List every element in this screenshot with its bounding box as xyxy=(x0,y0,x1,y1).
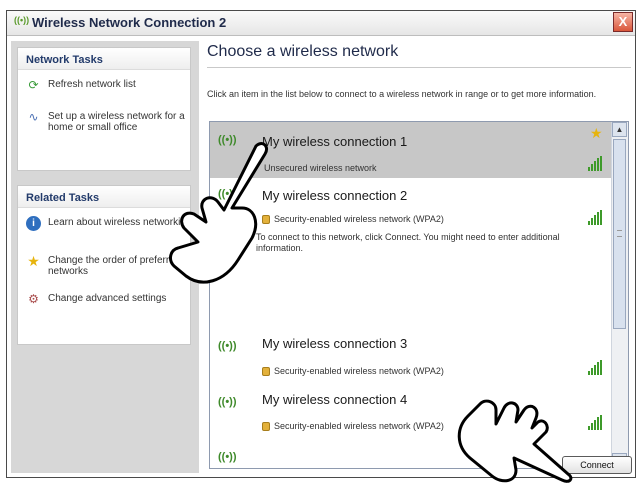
info-icon: i xyxy=(26,216,41,231)
setup-icon: ∿ xyxy=(28,110,39,124)
network-tasks-panel: Network Tasks ⟳ Refresh network list ∿ S… xyxy=(17,47,191,171)
wireless-antenna-icon: ((•)) xyxy=(218,451,237,463)
signal-strength-icon xyxy=(588,210,605,225)
pointing-hand-icon xyxy=(457,399,573,483)
task-label: Set up a wireless network for a home or … xyxy=(48,111,185,133)
refresh-network-list-link[interactable]: ⟳ Refresh network list xyxy=(26,78,192,92)
signal-strength-icon xyxy=(588,360,605,375)
settings-icon: ⚙ xyxy=(28,292,39,306)
change-advanced-settings-link[interactable]: ⚙ Change advanced settings xyxy=(26,292,192,318)
network-status: Security-enabled wireless network (WPA2) xyxy=(274,421,444,431)
signal-strength-icon xyxy=(588,156,605,171)
network-status: Security-enabled wireless network (WPA2) xyxy=(274,214,444,224)
wireless-icon: ((•)) xyxy=(14,15,30,25)
network-name: My wireless connection 4 xyxy=(262,392,408,407)
task-label: Refresh network list xyxy=(48,79,136,90)
network-description: To connect to this network, click Connec… xyxy=(256,232,560,253)
divider xyxy=(207,67,631,68)
network-name: My wireless connection 1 xyxy=(262,134,408,149)
wireless-antenna-icon: ((•)) xyxy=(218,340,237,352)
task-label: Change advanced settings xyxy=(48,293,167,304)
set-up-wireless-network-link[interactable]: ∿ Set up a wireless network for a home o… xyxy=(26,110,192,136)
related-tasks-panel: Related Tasks i Learn about wireless net… xyxy=(17,185,191,345)
close-button[interactable]: X xyxy=(613,12,633,32)
related-tasks-header: Related Tasks xyxy=(18,186,190,208)
network-item-2[interactable]: ((•)) My wireless connection 2 Security-… xyxy=(210,180,612,290)
network-status: Security-enabled wireless network (WPA2) xyxy=(274,366,444,376)
network-name: My wireless connection 3 xyxy=(262,336,408,351)
network-item-1[interactable]: ((•)) My wireless connection 1 Unsecured… xyxy=(210,122,612,178)
title-bar: ((•)) Wireless Network Connection 2 X xyxy=(7,11,635,36)
lock-icon xyxy=(262,422,270,431)
instructions-text: Click an item in the list below to conne… xyxy=(207,89,597,99)
thumb-grip-icon xyxy=(617,230,622,237)
scroll-thumb[interactable] xyxy=(613,139,626,329)
wireless-antenna-icon: ((•)) xyxy=(218,396,237,408)
pointing-hand-icon xyxy=(169,142,269,284)
signal-strength-icon xyxy=(588,415,605,430)
refresh-icon: ⟳ xyxy=(28,78,39,92)
network-status: Unsecured wireless network xyxy=(264,163,377,173)
window-title: Wireless Network Connection 2 xyxy=(32,15,227,30)
favorite-star-icon: ★ xyxy=(590,125,603,141)
network-list-scrollbar[interactable]: ▲ ▼ xyxy=(611,122,628,468)
page-title: Choose a wireless network xyxy=(207,43,399,60)
network-tasks-header: Network Tasks xyxy=(18,48,190,70)
scroll-up-button[interactable]: ▲ xyxy=(612,122,627,137)
network-name: My wireless connection 2 xyxy=(262,188,408,203)
lock-icon xyxy=(262,367,270,376)
star-icon: ★ xyxy=(27,253,40,269)
